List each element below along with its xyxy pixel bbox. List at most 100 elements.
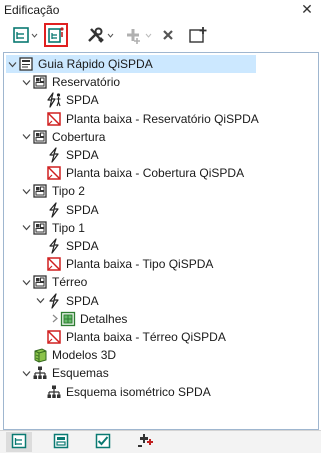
plan-icon [46,256,62,272]
book-icon [18,56,34,72]
tree-item-label: SPDA [66,293,99,308]
tree-item-level[interactable]: Reservatório [20,73,120,91]
tree-item-details[interactable]: Detalhes [48,310,127,328]
tree-item-label: Detalhes [80,311,128,326]
lightning-icon [46,201,62,218]
tree-item-scheme[interactable]: Esquema isométrico SPDA [34,383,211,401]
toolbar [0,22,321,48]
lightning-icon [46,292,62,309]
delete-icon [160,27,176,43]
delete-button[interactable] [160,24,176,46]
chevron-down-icon [145,33,152,38]
tab-building-icon [11,433,27,452]
tree-item-label: Tipo 1 [52,220,85,235]
tree-item-plan[interactable]: Planta baixa - Térreo QiSPDA [34,328,226,346]
tree-item-label: Planta baixa - Cobertura QiSPDA [66,166,245,181]
details-icon [60,311,76,327]
new-window-icon [188,26,208,44]
edit-building-icon [47,26,65,44]
chevron-down-icon[interactable] [20,364,32,382]
plan-icon [46,111,62,127]
cube-icon [32,347,48,363]
tree-item-level[interactable]: Tipo 1 [20,219,85,237]
tree-item-label: Esquemas [52,366,109,381]
chevron-down-icon[interactable] [20,182,32,200]
tree-item-label: Planta baixa - Térreo QiSPDA [66,330,226,344]
tree-item-spda[interactable]: SPDA [34,237,99,255]
building-tree-button[interactable] [12,24,38,46]
tree-item-label: SPDA [66,148,99,162]
chevron-down-icon[interactable] [34,292,46,310]
chevron-down-icon [107,33,114,38]
bottom-tab-bar [0,430,321,453]
tree-item-label: Guia Rápido QiSPDA [38,57,153,71]
tree-item-spda[interactable]: SPDA [34,146,99,164]
building-tree: Guia Rápido QiSPDA Reservatório SPDA Planta… [3,52,319,430]
chevron-down-icon[interactable] [20,219,32,237]
chevron-down-icon[interactable] [20,128,32,146]
chevron-down-icon [31,33,38,38]
level-icon [32,74,48,90]
lightning-icon [46,238,62,254]
chevron-down-icon[interactable] [6,55,18,73]
building-tree-icon [12,26,30,44]
edit-building-button[interactable] [44,23,68,47]
panel-title: Edificação [4,3,60,17]
tree-item-root[interactable]: Guia Rápido QiSPDA [6,55,256,73]
tab-building[interactable] [6,432,32,452]
tree-item-label: Planta baixa - Reservatório QiSPDA [66,111,259,126]
tree-item-label: Reservatório [52,75,121,90]
plan-icon [46,165,62,181]
tab-structure[interactable] [48,432,74,452]
chevron-down-icon[interactable] [20,273,32,291]
plan-icon [46,329,62,345]
tree-item-spda[interactable]: SPDA [34,91,99,109]
add-element-icon [124,26,144,44]
tab-plugins[interactable] [132,432,158,452]
tree-item-label: Térreo [52,275,88,290]
level-icon [32,220,48,236]
tree-item-level[interactable]: Tipo 2 [20,182,85,200]
tree-item-label: Esquema isométrico SPDA [66,384,211,399]
tree-item-label: SPDA [66,239,99,253]
tree-item-label: SPDA [66,93,99,108]
lightning-person-icon [46,92,62,108]
tab-check[interactable] [90,432,116,452]
new-window-button[interactable] [188,24,208,46]
tree-item-label: SPDA [66,202,99,217]
tree-item-label: Planta baixa - Tipo QiSPDA [66,257,214,272]
tree-item-schemes[interactable]: Esquemas [20,364,109,382]
tree-item-level[interactable]: Cobertura [20,128,105,146]
level-icon [32,129,48,145]
tree-item-models-3d[interactable]: Modelos 3D [20,346,116,364]
tree-item-spda[interactable]: SPDA [34,292,99,310]
tab-structure-icon [53,433,69,452]
tree-item-spda[interactable]: SPDA [34,201,99,219]
tree-item-label: Tipo 2 [52,184,85,199]
level-icon [32,274,48,290]
tree-item-level[interactable]: Térreo [20,273,87,291]
tree-item-plan[interactable]: Planta baixa - Reservatório QiSPDA [34,110,259,128]
tab-check-icon [95,433,111,452]
add-element-button[interactable] [124,24,152,46]
tree-item-label: Cobertura [52,129,106,144]
tree-item-plan[interactable]: Planta baixa - Cobertura QiSPDA [34,164,244,182]
tree-item-plan[interactable]: Planta baixa - Tipo QiSPDA [34,255,213,273]
scheme-icon [46,384,62,400]
scheme-icon [32,365,48,381]
close-icon[interactable]: ✕ [300,0,314,18]
chevron-right-icon[interactable] [48,310,60,328]
level-icon [32,183,48,199]
tools-button[interactable] [86,24,114,46]
chevron-down-icon[interactable] [20,73,32,91]
lightning-icon [46,147,62,163]
